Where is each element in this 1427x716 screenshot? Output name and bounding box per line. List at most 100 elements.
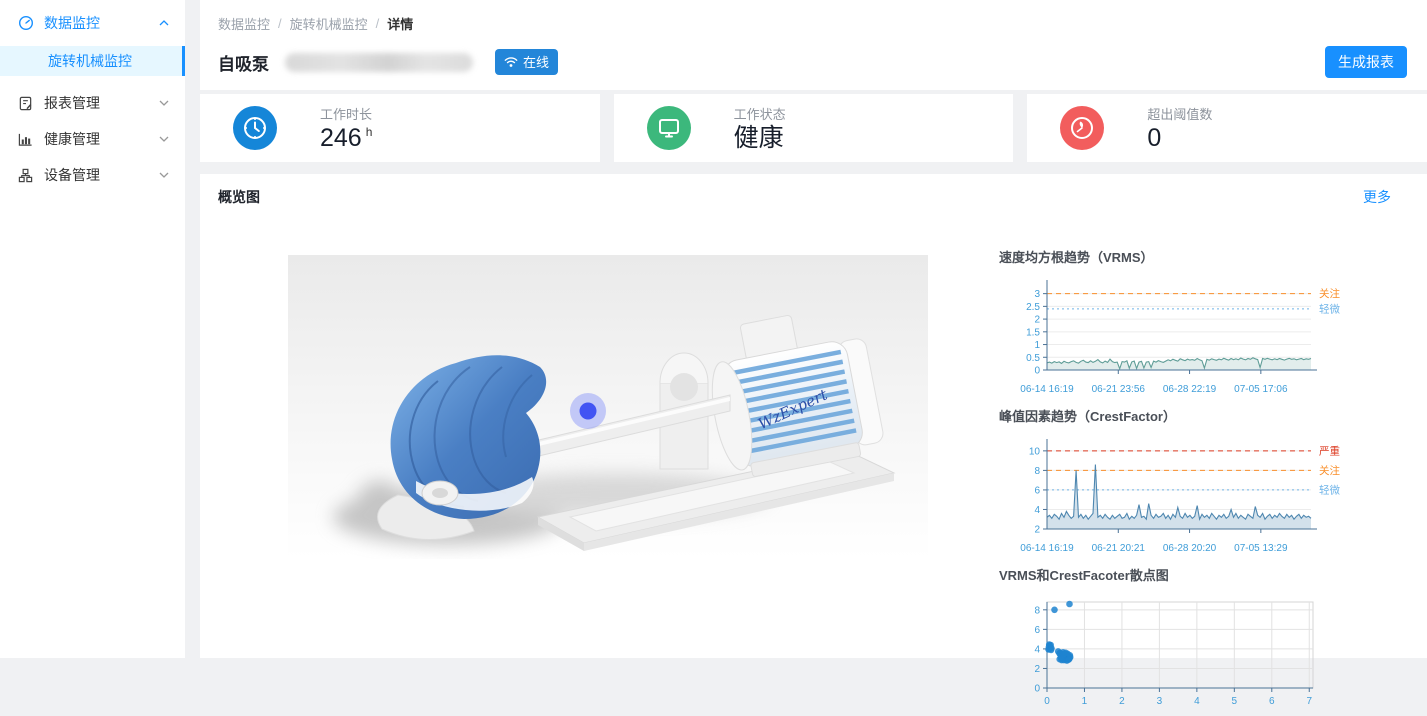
- stat-cards-row: 工作时长 246h 工作状态 健康 超出阈值数 0: [200, 94, 1427, 162]
- svg-text:3: 3: [1157, 696, 1163, 707]
- chevron-down-icon: [159, 98, 169, 108]
- monitor-icon: [647, 106, 691, 150]
- svg-text:0: 0: [1034, 366, 1040, 377]
- vrms-crestfactor-scatter-chart[interactable]: 0 1 2 3 4 5 6 7 0 2 4 6 8: [997, 592, 1409, 716]
- stat-card-unit: h: [366, 125, 373, 139]
- svg-text:3: 3: [1034, 289, 1040, 300]
- device-icon: [18, 167, 34, 183]
- svg-text:关注: 关注: [1319, 464, 1341, 477]
- svg-text:10: 10: [1029, 446, 1041, 457]
- svg-text:4: 4: [1034, 644, 1040, 655]
- svg-text:轻微: 轻微: [1319, 302, 1341, 315]
- clock-icon: [233, 106, 277, 150]
- crestfactor-chart-title: 峰值因素趋势（CrestFactor）: [999, 406, 1409, 425]
- overview-panel: 概览图 更多: [200, 174, 1427, 658]
- pump-3d-model: WzExpert: [288, 255, 928, 559]
- svg-text:0.5: 0.5: [1026, 353, 1040, 364]
- overview-body: WzExpert: [218, 207, 1409, 658]
- sidebar-item-rotating-machinery[interactable]: 旋转机械监控: [0, 46, 185, 76]
- svg-text:8: 8: [1034, 466, 1040, 477]
- svg-text:1: 1: [1082, 696, 1088, 707]
- stat-card-working-hours: 工作时长 246h: [200, 94, 600, 162]
- crestfactor-trend-chart[interactable]: 2 4 6 8 10 严重关注轻微 06-14 16:19 06-21 20:21 06-28 …: [997, 433, 1409, 557]
- generate-report-button[interactable]: 生成报表: [1325, 46, 1407, 78]
- health-chart-icon: [18, 131, 34, 147]
- sidebar-item-label: 报表管理: [44, 93, 159, 113]
- svg-text:4: 4: [1034, 505, 1040, 516]
- sidebar-item-device-management[interactable]: 设备管理: [0, 158, 185, 192]
- charts-column: 速度均方根趋势（VRMS） 00.511.522.53关注轻微06-14 16:…: [997, 207, 1409, 658]
- svg-text:2: 2: [1034, 664, 1040, 675]
- svg-text:6: 6: [1034, 625, 1040, 636]
- chevron-up-icon: [159, 18, 169, 28]
- svg-text:6: 6: [1269, 696, 1275, 707]
- chevron-down-icon: [159, 170, 169, 180]
- svg-text:07-05 13:29: 07-05 13:29: [1234, 543, 1288, 554]
- stat-card-working-status: 工作状态 健康: [614, 94, 1014, 162]
- online-status-label: 在线: [523, 52, 549, 71]
- svg-text:06-21 20:21: 06-21 20:21: [1092, 543, 1146, 554]
- svg-text:7: 7: [1306, 696, 1312, 707]
- overview-header: 概览图 更多: [218, 187, 1409, 207]
- more-link[interactable]: 更多: [1363, 187, 1391, 207]
- svg-text:0: 0: [1034, 684, 1040, 695]
- sidebar-item-label: 设备管理: [44, 165, 159, 185]
- stat-card-value: 0: [1147, 124, 1212, 153]
- wifi-icon: [504, 56, 518, 68]
- sidebar-item-data-monitoring[interactable]: 数据监控: [0, 6, 185, 40]
- svg-text:06-21 23:56: 06-21 23:56: [1092, 384, 1146, 395]
- sidebar-item-label: 数据监控: [44, 13, 159, 33]
- stat-card-text: 工作状态 健康: [734, 104, 786, 153]
- svg-text:8: 8: [1034, 605, 1040, 616]
- sidebar-item-health-management[interactable]: 健康管理: [0, 122, 185, 156]
- online-status-badge: 在线: [495, 49, 558, 75]
- stopwatch-icon: [1060, 106, 1104, 150]
- svg-text:06-28 20:20: 06-28 20:20: [1163, 543, 1217, 554]
- device-title-row: 自吸泵 在线 生成报表: [218, 46, 1407, 78]
- sensor-marker[interactable]: [570, 393, 606, 429]
- chevron-down-icon: [159, 134, 169, 144]
- stat-card-label: 工作时长: [320, 104, 372, 123]
- svg-text:轻微: 轻微: [1319, 483, 1341, 496]
- vrms-trend-chart[interactable]: 00.511.522.53关注轻微06-14 16:1906-21 23:560…: [997, 274, 1409, 398]
- sidebar-item-report-management[interactable]: 报表管理: [0, 86, 185, 120]
- breadcrumb-data-monitoring[interactable]: 数据监控: [218, 14, 270, 33]
- sidebar: 数据监控 旋转机械监控 报表管理 健康管理 设备管理: [0, 0, 185, 658]
- vrms-trend-chart-block: 速度均方根趋势（VRMS） 00.511.522.53关注轻微06-14 16:…: [997, 247, 1409, 398]
- svg-text:2: 2: [1034, 315, 1040, 326]
- stat-card-label: 超出阈值数: [1147, 104, 1212, 123]
- report-icon: [18, 95, 34, 111]
- breadcrumb-current-detail: 详情: [387, 14, 413, 33]
- crestfactor-trend-chart-block: 峰值因素趋势（CrestFactor） 2 4 6 8 10 严重关注轻微 06-14 16…: [997, 406, 1409, 557]
- main-content: 数据监控 / 旋转机械监控 / 详情 自吸泵 在线 生成报表 工作时长 246h: [185, 0, 1427, 658]
- pump-3d-viewer[interactable]: WzExpert: [218, 207, 997, 658]
- svg-text:4: 4: [1194, 696, 1200, 707]
- stat-card-value: 246h: [320, 124, 372, 153]
- device-name: 自吸泵: [218, 50, 269, 75]
- breadcrumb-rotating-machinery[interactable]: 旋转机械监控: [290, 14, 368, 33]
- breadcrumb-separator: /: [376, 16, 380, 31]
- sidebar-item-label: 健康管理: [44, 129, 159, 149]
- breadcrumb-separator: /: [278, 16, 282, 31]
- svg-text:关注: 关注: [1319, 287, 1341, 300]
- stat-card-value: 健康: [734, 124, 786, 153]
- vrms-chart-title: 速度均方根趋势（VRMS）: [999, 247, 1409, 266]
- svg-text:06-14 16:19: 06-14 16:19: [1020, 543, 1074, 554]
- stat-card-label: 工作状态: [734, 104, 786, 123]
- overview-title: 概览图: [218, 187, 260, 207]
- svg-text:1: 1: [1034, 340, 1040, 351]
- stat-card-text: 超出阈值数 0: [1147, 104, 1212, 153]
- svg-text:2.5: 2.5: [1026, 302, 1040, 313]
- svg-text:严重: 严重: [1319, 444, 1340, 457]
- scatter-chart-block: VRMS和CrestFacoter散点图 0123456702468: [997, 565, 1409, 716]
- svg-text:06-28 22:19: 06-28 22:19: [1163, 384, 1217, 395]
- device-serial-redacted: [285, 53, 473, 72]
- stat-card-threshold-exceeded: 超出阈值数 0: [1027, 94, 1427, 162]
- svg-text:2: 2: [1119, 696, 1125, 707]
- gauge-icon: [18, 15, 34, 31]
- svg-text:5: 5: [1232, 696, 1238, 707]
- svg-text:0: 0: [1044, 696, 1050, 707]
- svg-text:6: 6: [1034, 485, 1040, 496]
- svg-text:2: 2: [1034, 525, 1040, 536]
- sidebar-subitem-label: 旋转机械监控: [48, 51, 132, 71]
